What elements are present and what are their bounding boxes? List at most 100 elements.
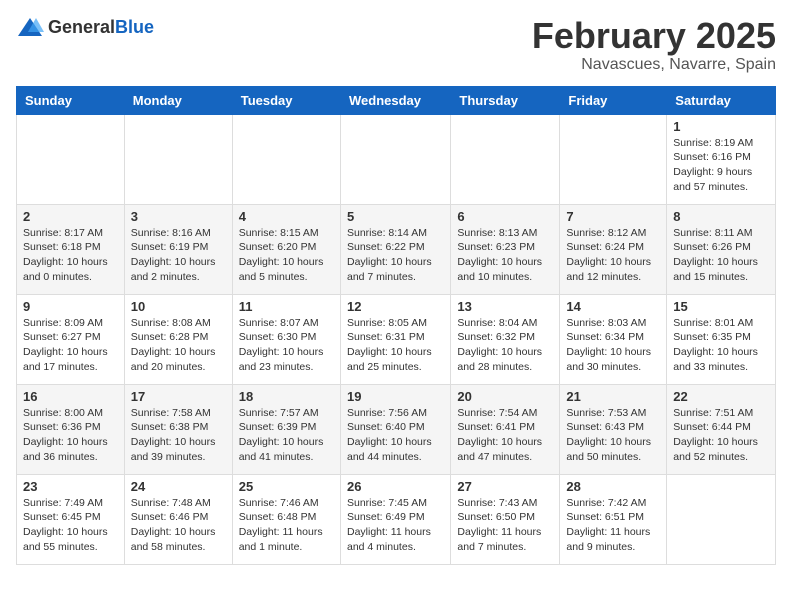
day-info: Sunrise: 7:43 AM Sunset: 6:50 PM Dayligh… [457,496,553,555]
day-number: 23 [23,479,118,494]
day-number: 2 [23,209,118,224]
weekday-header: Thursday [451,86,560,114]
day-number: 9 [23,299,118,314]
calendar-cell [560,114,667,204]
day-info: Sunrise: 7:58 AM Sunset: 6:38 PM Dayligh… [131,406,226,465]
day-info: Sunrise: 8:11 AM Sunset: 6:26 PM Dayligh… [673,226,769,285]
day-number: 28 [566,479,660,494]
calendar-cell: 20 Sunrise: 7:54 AM Sunset: 6:41 PM Dayli… [451,384,560,474]
calendar-cell: 11 Sunrise: 8:07 AM Sunset: 6:30 PM Dayli… [232,294,340,384]
logo-blue: Blue [115,17,154,37]
calendar-cell: 10 Sunrise: 8:08 AM Sunset: 6:28 PM Dayli… [124,294,232,384]
calendar-cell [451,114,560,204]
day-number: 4 [239,209,334,224]
day-info: Sunrise: 8:19 AM Sunset: 6:16 PM Dayligh… [673,136,769,195]
day-info: Sunrise: 8:07 AM Sunset: 6:30 PM Dayligh… [239,316,334,375]
calendar-cell: 8 Sunrise: 8:11 AM Sunset: 6:26 PM Daylig… [667,204,776,294]
day-info: Sunrise: 8:12 AM Sunset: 6:24 PM Dayligh… [566,226,660,285]
day-info: Sunrise: 8:13 AM Sunset: 6:23 PM Dayligh… [457,226,553,285]
day-number: 3 [131,209,226,224]
calendar-header-row: SundayMondayTuesdayWednesdayThursdayFrid… [17,86,776,114]
day-info: Sunrise: 7:57 AM Sunset: 6:39 PM Dayligh… [239,406,334,465]
day-number: 13 [457,299,553,314]
calendar-cell: 13 Sunrise: 8:04 AM Sunset: 6:32 PM Dayli… [451,294,560,384]
day-info: Sunrise: 8:17 AM Sunset: 6:18 PM Dayligh… [23,226,118,285]
calendar-cell [124,114,232,204]
calendar-cell: 16Sunrise: 8:00 AM Sunset: 6:36 PM Dayli… [17,384,125,474]
day-info: Sunrise: 7:45 AM Sunset: 6:49 PM Dayligh… [347,496,444,555]
day-number: 6 [457,209,553,224]
day-info: Sunrise: 8:14 AM Sunset: 6:22 PM Dayligh… [347,226,444,285]
day-info: Sunrise: 7:48 AM Sunset: 6:46 PM Dayligh… [131,496,226,555]
calendar-week-row: 1 Sunrise: 8:19 AM Sunset: 6:16 PM Daylig… [17,114,776,204]
calendar-cell: 4 Sunrise: 8:15 AM Sunset: 6:20 PM Daylig… [232,204,340,294]
calendar-cell: 28 Sunrise: 7:42 AM Sunset: 6:51 PM Dayli… [560,474,667,564]
day-number: 15 [673,299,769,314]
day-number: 1 [673,119,769,134]
calendar-cell: 14 Sunrise: 8:03 AM Sunset: 6:34 PM Dayli… [560,294,667,384]
calendar-cell: 24 Sunrise: 7:48 AM Sunset: 6:46 PM Dayli… [124,474,232,564]
calendar-cell [667,474,776,564]
calendar-cell: 18 Sunrise: 7:57 AM Sunset: 6:39 PM Dayli… [232,384,340,474]
day-number: 5 [347,209,444,224]
day-number: 27 [457,479,553,494]
calendar-cell [232,114,340,204]
calendar-cell [340,114,450,204]
day-number: 20 [457,389,553,404]
day-number: 11 [239,299,334,314]
day-info: Sunrise: 8:03 AM Sunset: 6:34 PM Dayligh… [566,316,660,375]
day-info: Sunrise: 8:01 AM Sunset: 6:35 PM Dayligh… [673,316,769,375]
logo: GeneralBlue [16,16,154,38]
day-number: 25 [239,479,334,494]
calendar-cell: 21 Sunrise: 7:53 AM Sunset: 6:43 PM Dayli… [560,384,667,474]
calendar-week-row: 16Sunrise: 8:00 AM Sunset: 6:36 PM Dayli… [17,384,776,474]
calendar-cell: 12Sunrise: 8:05 AM Sunset: 6:31 PM Dayli… [340,294,450,384]
calendar-cell: 7 Sunrise: 8:12 AM Sunset: 6:24 PM Daylig… [560,204,667,294]
day-info: Sunrise: 8:09 AM Sunset: 6:27 PM Dayligh… [23,316,118,375]
weekday-header: Tuesday [232,86,340,114]
day-info: Sunrise: 7:53 AM Sunset: 6:43 PM Dayligh… [566,406,660,465]
logo-general: General [48,17,115,37]
page-header: GeneralBlue February 2025 Navascues, Nav… [16,16,776,74]
calendar-cell: 3 Sunrise: 8:16 AM Sunset: 6:19 PM Daylig… [124,204,232,294]
calendar-cell: 6 Sunrise: 8:13 AM Sunset: 6:23 PM Daylig… [451,204,560,294]
day-info: Sunrise: 8:04 AM Sunset: 6:32 PM Dayligh… [457,316,553,375]
day-info: Sunrise: 7:46 AM Sunset: 6:48 PM Dayligh… [239,496,334,555]
day-info: Sunrise: 7:49 AM Sunset: 6:45 PM Dayligh… [23,496,118,555]
day-number: 24 [131,479,226,494]
day-number: 8 [673,209,769,224]
calendar-cell: 22Sunrise: 7:51 AM Sunset: 6:44 PM Dayli… [667,384,776,474]
day-info: Sunrise: 7:56 AM Sunset: 6:40 PM Dayligh… [347,406,444,465]
calendar-cell: 15 Sunrise: 8:01 AM Sunset: 6:35 PM Dayli… [667,294,776,384]
day-number: 12 [347,299,444,314]
day-number: 21 [566,389,660,404]
calendar-week-row: 2 Sunrise: 8:17 AM Sunset: 6:18 PM Daylig… [17,204,776,294]
location-title: Navascues, Navarre, Spain [532,56,776,74]
day-number: 19 [347,389,444,404]
day-number: 14 [566,299,660,314]
calendar-cell: 19 Sunrise: 7:56 AM Sunset: 6:40 PM Dayli… [340,384,450,474]
day-info: Sunrise: 8:15 AM Sunset: 6:20 PM Dayligh… [239,226,334,285]
calendar-table: SundayMondayTuesdayWednesdayThursdayFrid… [16,86,776,565]
day-info: Sunrise: 7:54 AM Sunset: 6:41 PM Dayligh… [457,406,553,465]
calendar-week-row: 23 Sunrise: 7:49 AM Sunset: 6:45 PM Dayli… [17,474,776,564]
calendar-cell: 27 Sunrise: 7:43 AM Sunset: 6:50 PM Dayli… [451,474,560,564]
calendar-week-row: 9 Sunrise: 8:09 AM Sunset: 6:27 PM Daylig… [17,294,776,384]
day-number: 7 [566,209,660,224]
weekday-header: Wednesday [340,86,450,114]
day-info: Sunrise: 8:00 AM Sunset: 6:36 PM Dayligh… [23,406,118,465]
day-info: Sunrise: 7:42 AM Sunset: 6:51 PM Dayligh… [566,496,660,555]
day-info: Sunrise: 8:08 AM Sunset: 6:28 PM Dayligh… [131,316,226,375]
calendar-cell: 5 Sunrise: 8:14 AM Sunset: 6:22 PM Daylig… [340,204,450,294]
day-info: Sunrise: 8:16 AM Sunset: 6:19 PM Dayligh… [131,226,226,285]
calendar-cell: 23 Sunrise: 7:49 AM Sunset: 6:45 PM Dayli… [17,474,125,564]
logo-icon [16,16,44,38]
calendar-cell: 26Sunrise: 7:45 AM Sunset: 6:49 PM Dayli… [340,474,450,564]
day-number: 17 [131,389,226,404]
day-number: 10 [131,299,226,314]
calendar-cell: 9 Sunrise: 8:09 AM Sunset: 6:27 PM Daylig… [17,294,125,384]
calendar-cell: 17 Sunrise: 7:58 AM Sunset: 6:38 PM Dayli… [124,384,232,474]
weekday-header: Saturday [667,86,776,114]
day-number: 18 [239,389,334,404]
month-title: February 2025 [532,16,776,56]
